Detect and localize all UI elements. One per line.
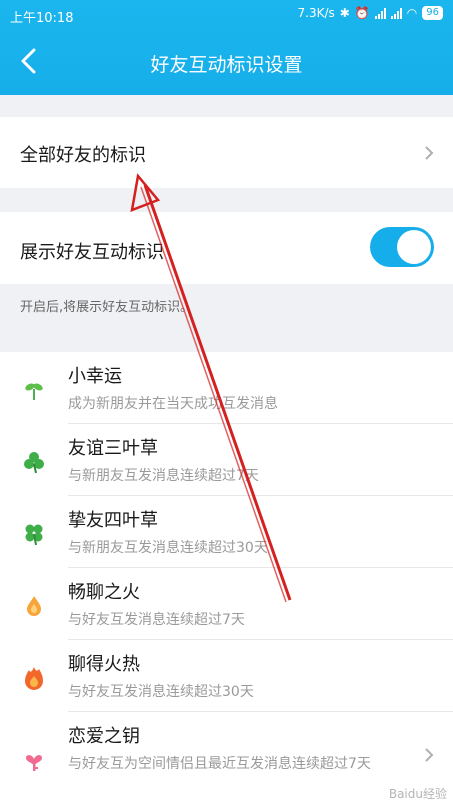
network-speed: 7.3K/s [297, 6, 335, 20]
badge-name: 恋爱之钥 [68, 726, 140, 747]
all-friends-badges-label: 全部好友的标识 [20, 145, 146, 166]
badge-name: 友谊三叶草 [68, 438, 158, 459]
chevron-right-icon [425, 748, 434, 762]
key-icon [26, 755, 42, 771]
badge-desc: 与好友互发消息连续超过30天 [68, 684, 254, 700]
badge-name: 畅聊之火 [68, 582, 140, 603]
four-leaf-clover-icon [25, 524, 43, 546]
badge-desc: 与好友互为空间情侣且最近互发消息连续超过7天 [68, 756, 371, 772]
list-item[interactable]: 友谊三叶草 与新朋友互发消息连续超过7天 [0, 424, 453, 496]
bluetooth-icon: ✱ [339, 6, 350, 20]
sprout-icon [25, 383, 43, 400]
badge-desc: 与新朋友互发消息连续超过30天 [68, 540, 268, 556]
chevron-right-icon [425, 146, 434, 160]
small-flame-icon [27, 596, 41, 616]
show-badges-label: 展示好友互动标识 [20, 242, 164, 263]
nav-bar: 好友互动标识设置 [0, 30, 453, 92]
badge-desc: 成为新朋友并在当天成功互发消息 [68, 396, 278, 412]
page-title: 好友互动标识设置 [150, 54, 303, 76]
badge-desc: 与新朋友互发消息连续超过7天 [68, 468, 259, 484]
watermark: Baidu经验 [388, 787, 447, 801]
show-badges-toggle[interactable] [370, 227, 434, 267]
badge-list: 小幸运 成为新朋友并在当天成功互发消息 友谊三叶草 与新朋友互发消息连续超过7天… [0, 352, 453, 806]
badge-name: 挚友四叶草 [68, 510, 158, 531]
list-item[interactable]: 畅聊之火 与好友互发消息连续超过7天 [0, 568, 453, 640]
list-item[interactable]: 挚友四叶草 与新朋友互发消息连续超过30天 [0, 496, 453, 568]
list-item[interactable]: 恋爱之钥 与好友互为空间情侣且最近互发消息连续超过7天 [0, 712, 453, 806]
all-friends-badges-row[interactable]: 全部好友的标识 [0, 117, 453, 188]
battery-icon: 96 [422, 6, 443, 20]
three-leaf-clover-icon [24, 452, 44, 474]
badge-name: 小幸运 [68, 366, 122, 387]
badge-name: 聊得火热 [68, 654, 140, 675]
alarm-icon: ⏰ [354, 6, 370, 20]
big-flame-icon [25, 667, 43, 690]
toggle-knob [397, 230, 431, 264]
signal-icon [390, 7, 402, 19]
badge-desc: 与好友互发消息连续超过7天 [68, 612, 245, 628]
status-bar: 上午10:18 7.3K/s ✱ ⏰ ◠ 96 [0, 0, 453, 30]
wifi-icon: ◠ [406, 6, 418, 20]
hint-text: 开启后,将展示好友互动标识。 [20, 300, 194, 315]
list-item[interactable]: 小幸运 成为新朋友并在当天成功互发消息 [0, 352, 453, 424]
top-bar: 上午10:18 7.3K/s ✱ ⏰ ◠ 96 好友互动标识设置 [0, 0, 453, 95]
signal-icon [374, 7, 386, 19]
list-item[interactable]: 聊得火热 与好友互发消息连续超过30天 [0, 640, 453, 712]
status-time: 上午10:18 [10, 11, 74, 26]
